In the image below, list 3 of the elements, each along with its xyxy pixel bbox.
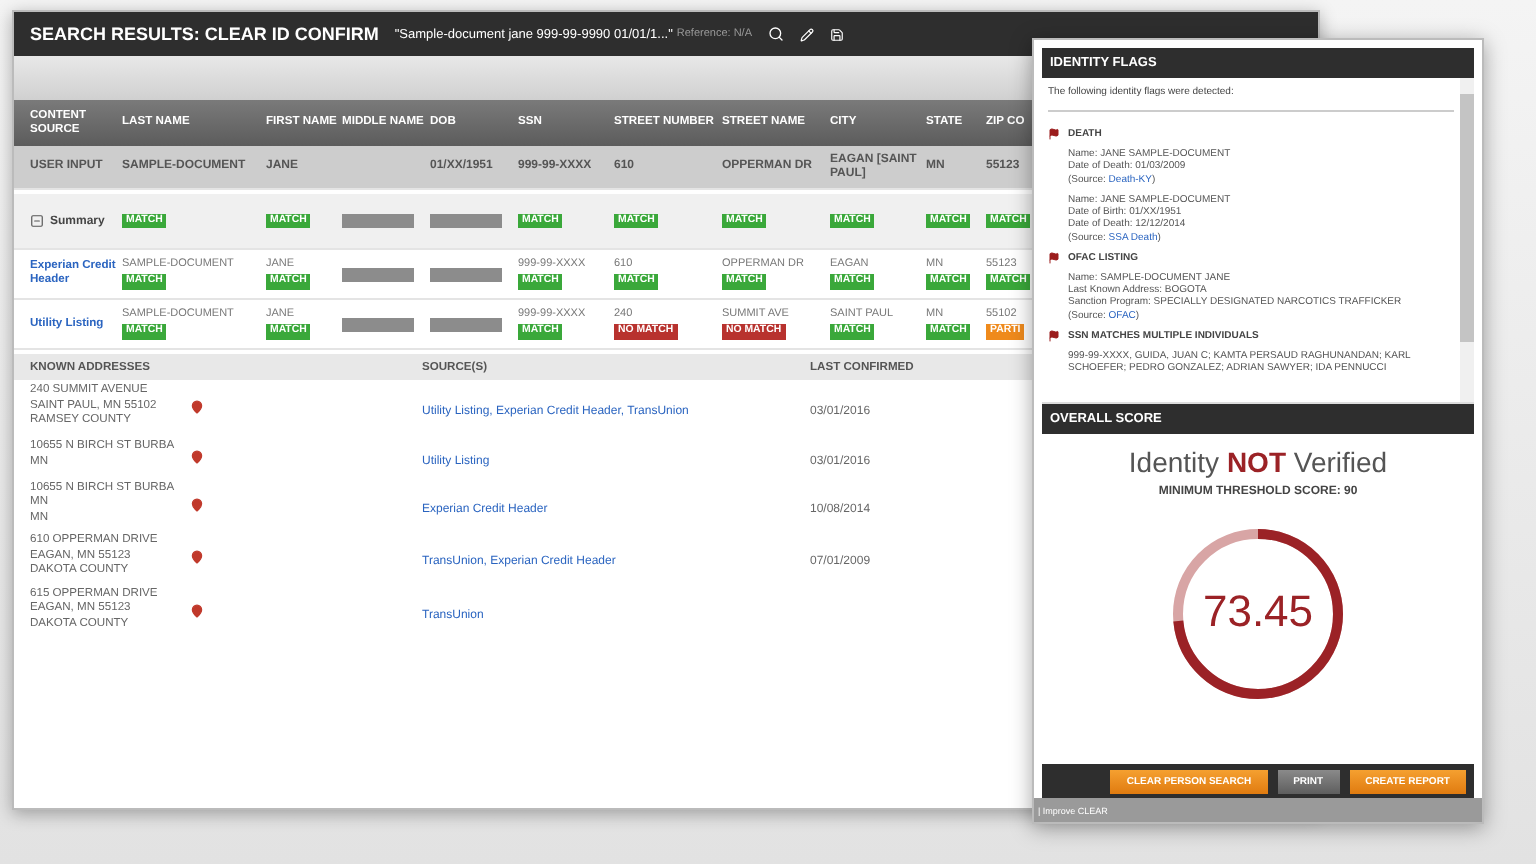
window-title: SEARCH RESULTS: CLEAR ID CONFIRM	[30, 24, 379, 44]
verdict-text: Identity NOT Verified	[1128, 446, 1388, 478]
score-value: 73.45	[1200, 586, 1316, 638]
